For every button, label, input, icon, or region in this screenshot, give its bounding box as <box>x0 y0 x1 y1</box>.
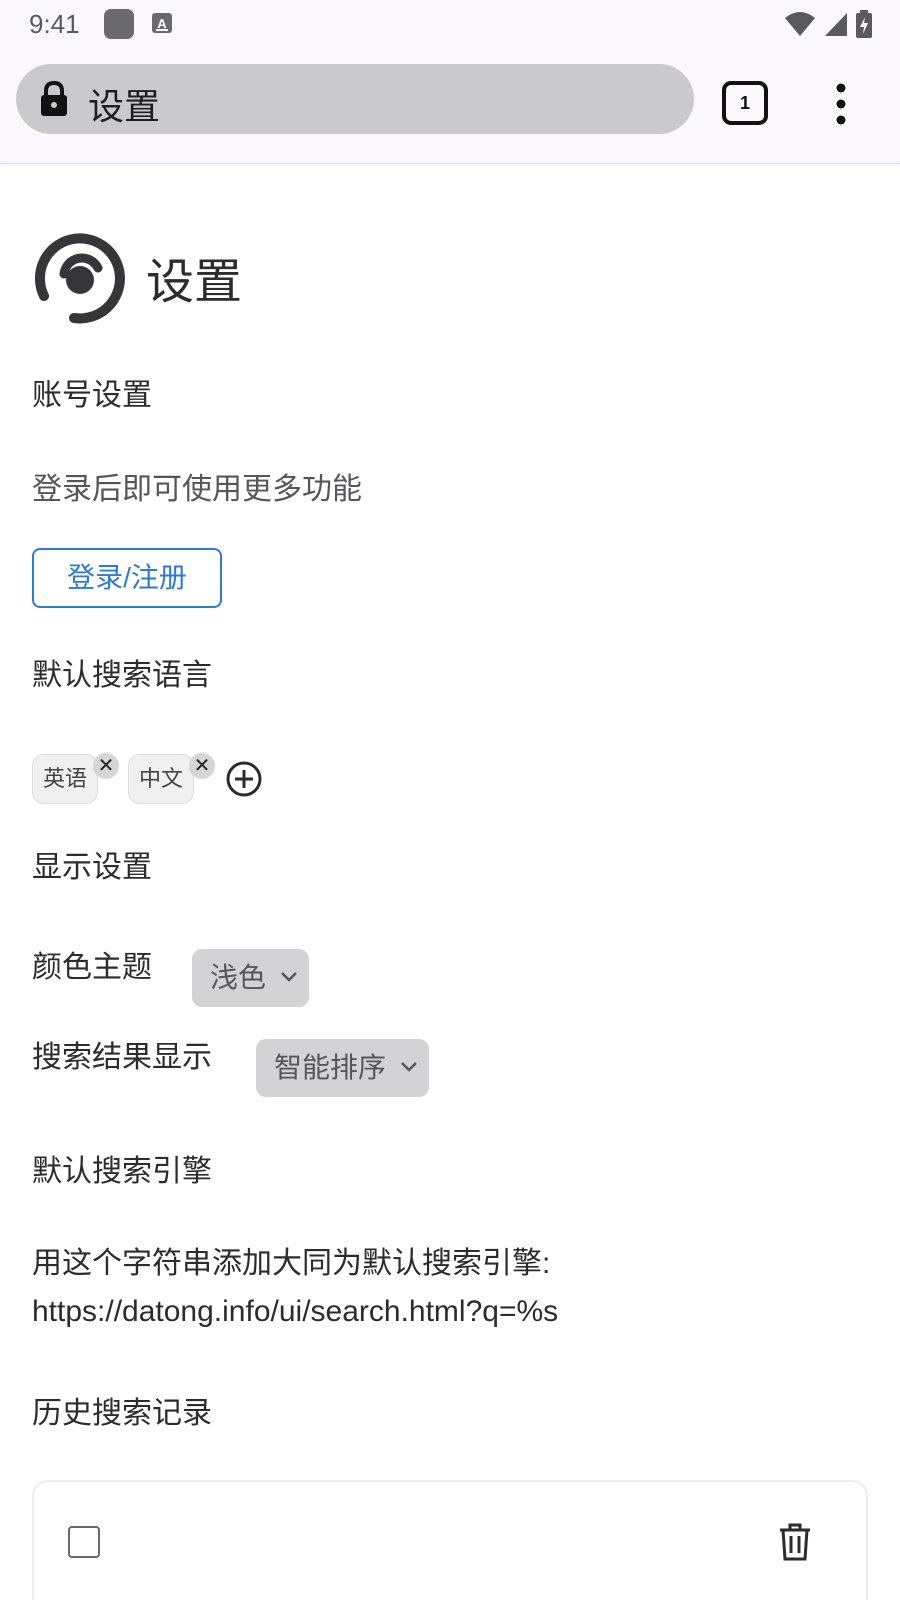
a-notification-icon: A <box>152 13 172 33</box>
page-title: 设置 <box>146 256 243 309</box>
account-settings-heading: 账号设置 <box>32 379 152 412</box>
signal-icon <box>825 13 847 36</box>
address-bar[interactable]: 设置 <box>16 64 694 134</box>
search-language-heading: 默认搜索语言 <box>32 659 212 692</box>
trash-icon[interactable] <box>778 1522 812 1562</box>
language-chip-chinese[interactable]: 中文 <box>128 754 195 804</box>
search-results-display-label: 搜索结果显示 <box>32 1041 212 1074</box>
remove-english-icon[interactable]: ✕ <box>93 753 119 779</box>
status-time: 9:41 <box>29 9 80 39</box>
search-history-heading: 历史搜索记录 <box>32 1397 212 1430</box>
language-chip-english[interactable]: 英语 <box>32 754 99 804</box>
history-card <box>32 1480 868 1600</box>
search-engine-url: https://datong.info/ui/search.html?q=%s <box>32 1295 559 1328</box>
color-theme-value: 浅色 <box>210 962 267 993</box>
lock-icon[interactable] <box>38 81 70 117</box>
datong-logo-icon <box>35 233 125 324</box>
browser-toolbar: 设置 1 <box>0 48 900 164</box>
display-settings-heading: 显示设置 <box>32 851 152 884</box>
status-bar: 9:41 A <box>0 0 900 48</box>
svg-text:A: A <box>157 16 167 31</box>
add-language-icon[interactable] <box>225 760 263 798</box>
wifi-icon <box>785 12 815 36</box>
search-results-display-value: 智能排序 <box>274 1052 387 1083</box>
search-engine-instructions: 用这个字符串添加大同为默认搜索引擎: https://datong.info/u… <box>32 1240 872 1336</box>
status-icons <box>784 10 872 38</box>
url-text[interactable]: 设置 <box>88 78 160 130</box>
login-register-button[interactable]: 登录/注册 <box>32 548 222 608</box>
tab-switcher-button[interactable]: 1 <box>722 81 768 125</box>
search-results-display-select[interactable]: 智能排序 <box>256 1039 429 1097</box>
app-notification-icon <box>104 9 134 39</box>
battery-icon <box>856 10 872 38</box>
default-search-engine-heading: 默认搜索引擎 <box>32 1155 212 1188</box>
chevron-down-icon <box>401 1062 417 1072</box>
login-hint: 登录后即可使用更多功能 <box>32 473 362 506</box>
color-theme-select[interactable]: 浅色 <box>192 949 309 1007</box>
search-engine-instructions-line1: 用这个字符串添加大同为默认搜索引擎: <box>32 1247 551 1280</box>
remove-chinese-icon[interactable]: ✕ <box>189 753 215 779</box>
color-theme-label: 颜色主题 <box>32 951 152 984</box>
more-menu-icon[interactable] <box>830 82 852 126</box>
chevron-down-icon <box>281 972 297 982</box>
select-all-checkbox[interactable] <box>68 1526 100 1558</box>
